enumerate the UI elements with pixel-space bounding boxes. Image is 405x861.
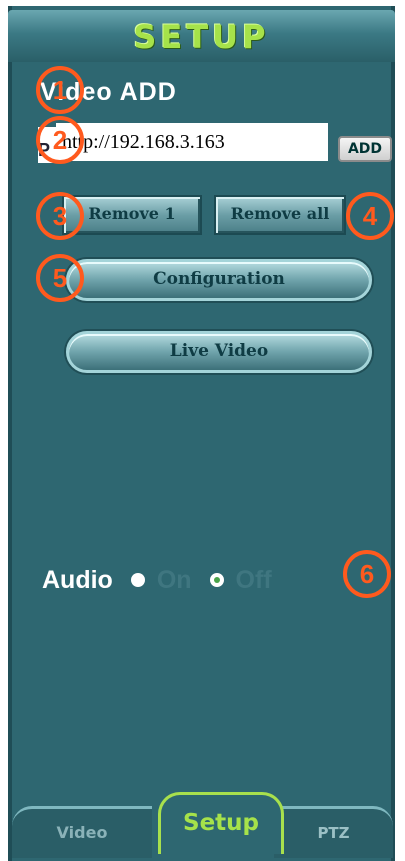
live-video-button[interactable]: Live Video [66,331,372,373]
audio-off-radio[interactable] [209,573,224,587]
audio-off-label: Off [235,565,272,594]
remove-all-button[interactable]: Remove all [214,195,346,235]
bottom-tab-bar: Video PTZ Setup [12,792,393,858]
audio-label: Audio [42,565,113,594]
callout-marker-6: 6 [343,550,391,598]
audio-on-radio[interactable] [130,573,145,587]
callout-marker-3: 3 [36,192,84,240]
video-url-input[interactable] [56,123,328,161]
callout-marker-1: 1 [36,66,84,114]
configuration-button[interactable]: Configuration [66,259,372,301]
add-button[interactable]: ADD [338,136,392,162]
tab-setup[interactable]: Setup [158,792,284,854]
tab-ptz[interactable]: PTZ [274,806,393,858]
callout-marker-4: 4 [346,192,394,240]
callout-marker-5: 5 [36,254,84,302]
callout-marker-2: 2 [36,116,84,164]
audio-setting: Audio On Off [42,562,272,598]
title-bar: SETUP [8,10,395,62]
audio-on-label: On [156,565,192,594]
page-title: SETUP [133,18,270,56]
tab-video[interactable]: Video [12,806,152,858]
